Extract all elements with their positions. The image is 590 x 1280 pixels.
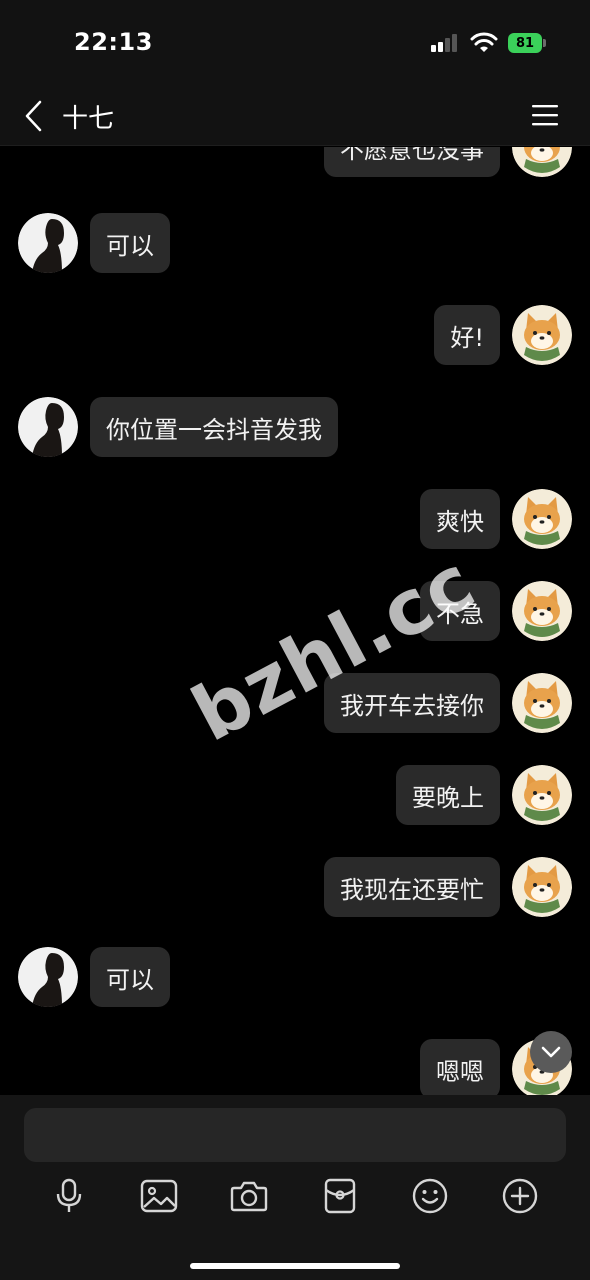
my-avatar[interactable]: [512, 305, 572, 365]
emoji-button[interactable]: [407, 1173, 453, 1219]
scroll-to-bottom-button[interactable]: [530, 1031, 572, 1073]
status-icons: 81: [430, 32, 546, 54]
chat-title: 十七: [62, 104, 115, 134]
chevron-down-icon: [541, 1046, 561, 1058]
plus-icon: [502, 1178, 538, 1214]
camera-icon: [230, 1181, 268, 1212]
menu-button[interactable]: [530, 100, 560, 130]
image-button[interactable]: [136, 1173, 182, 1219]
sent-message: 好!: [434, 305, 572, 365]
shiba-dog-avatar-icon: [512, 147, 572, 177]
status-bar: 22:13 81: [0, 0, 590, 88]
message-bubble[interactable]: 不愿意也没事: [324, 147, 500, 177]
my-avatar[interactable]: [512, 147, 572, 177]
received-message: 可以: [18, 213, 170, 273]
red-packet-button[interactable]: [317, 1173, 363, 1219]
message-bubble[interactable]: 可以: [90, 213, 170, 273]
cellular-signal-icon: [431, 34, 457, 52]
shiba-dog-avatar-icon: [512, 581, 572, 641]
silhouette-avatar-icon: [18, 947, 78, 1007]
emoji-icon: [412, 1178, 448, 1214]
shiba-dog-avatar-icon: [512, 305, 572, 365]
battery-level: 81: [508, 33, 542, 53]
battery-tip: [543, 39, 546, 47]
sent-message: 我现在还要忙: [324, 857, 572, 917]
chevron-left-icon: [25, 100, 42, 132]
shiba-dog-avatar-icon: [512, 765, 572, 825]
sent-message: 要晚上: [396, 765, 572, 825]
silhouette-avatar-icon: [18, 213, 78, 273]
voice-button[interactable]: [46, 1173, 92, 1219]
home-indicator: [190, 1263, 400, 1269]
microphone-icon: [56, 1178, 82, 1212]
contact-avatar[interactable]: [18, 397, 78, 457]
message-bubble[interactable]: 好!: [434, 305, 500, 365]
sent-message: 不愿意也没事: [324, 147, 572, 177]
my-avatar[interactable]: [512, 857, 572, 917]
my-avatar[interactable]: [512, 765, 572, 825]
more-button[interactable]: [497, 1173, 543, 1219]
received-message: 你位置一会抖音发我: [18, 397, 338, 457]
my-avatar[interactable]: [512, 489, 572, 549]
received-message: 可以: [18, 947, 170, 1007]
status-time: 22:13: [74, 28, 153, 56]
image-icon: [140, 1179, 178, 1213]
message-bubble[interactable]: 嗯嗯: [420, 1039, 500, 1095]
chat-header: 十七: [0, 88, 590, 146]
input-toolbar: [0, 1173, 590, 1219]
battery-indicator: 81: [508, 33, 546, 53]
my-avatar[interactable]: [512, 673, 572, 733]
shiba-dog-avatar-icon: [512, 673, 572, 733]
contact-avatar[interactable]: [18, 213, 78, 273]
message-bubble[interactable]: 爽快: [420, 489, 500, 549]
message-bubble[interactable]: 你位置一会抖音发我: [90, 397, 338, 457]
message-bubble[interactable]: 我现在还要忙: [324, 857, 500, 917]
message-bubble[interactable]: 要晚上: [396, 765, 500, 825]
contact-avatar[interactable]: [18, 947, 78, 1007]
back-button[interactable]: [18, 96, 48, 136]
silhouette-avatar-icon: [18, 397, 78, 457]
camera-button[interactable]: [226, 1173, 272, 1219]
message-bubble[interactable]: 可以: [90, 947, 170, 1007]
my-avatar[interactable]: [512, 581, 572, 641]
hamburger-menu-icon: [532, 105, 558, 126]
shiba-dog-avatar-icon: [512, 857, 572, 917]
wifi-icon: [470, 32, 498, 52]
red-packet-icon: [324, 1178, 356, 1214]
message-input[interactable]: [24, 1108, 566, 1162]
input-panel: [0, 1095, 590, 1280]
shiba-dog-avatar-icon: [512, 489, 572, 549]
